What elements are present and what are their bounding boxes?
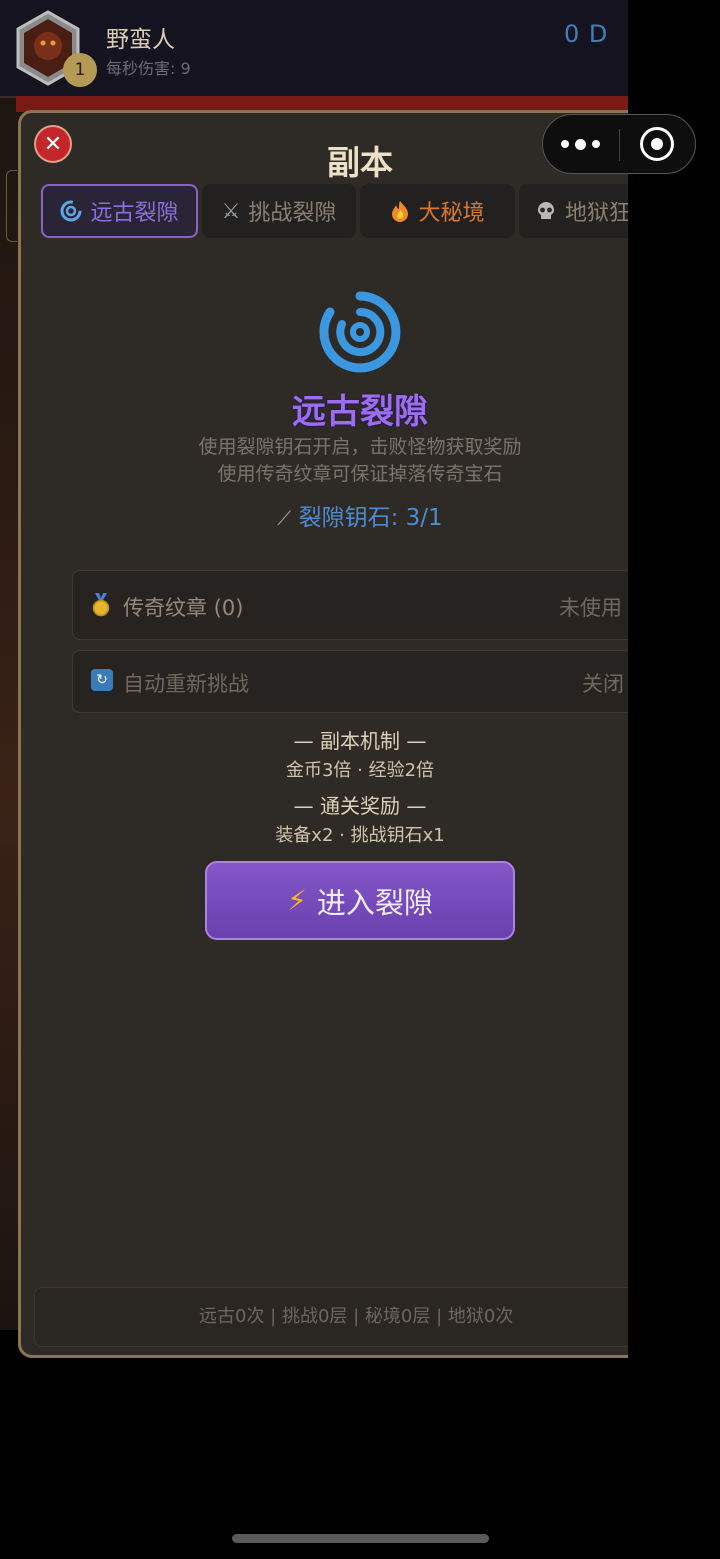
tab-ancient-rift[interactable]: 远古裂隙	[41, 184, 198, 238]
legend-seal-option[interactable]: 传奇纹章 (0) 未使用	[72, 570, 628, 640]
tab-greater-rift[interactable]: 大秘境	[360, 184, 515, 238]
auto-retry-option[interactable]: ↻ 自动重新挑战 关闭	[72, 650, 628, 713]
lightning-icon: ⚡	[287, 884, 307, 917]
tab-label: 地狱狂	[565, 201, 628, 226]
rewards-heading: — 通关奖励 —	[293, 794, 427, 818]
tab-hell-mode[interactable]: 地狱狂	[519, 184, 628, 238]
auto-retry-label: 自动重新挑战	[123, 672, 249, 696]
rift-key-label: 裂隙钥石: 3/1	[298, 505, 443, 531]
mechanics-text: 金币3倍 · 经验2倍	[285, 760, 435, 781]
tab-label: 挑战裂隙	[248, 201, 337, 226]
mechanics-heading: — 副本机制 —	[293, 729, 427, 753]
swirl-icon	[60, 200, 82, 222]
rift-swirl-icon	[319, 291, 401, 373]
mini-program-capsule	[542, 114, 696, 174]
fire-icon	[392, 201, 409, 222]
refresh-icon: ↻	[91, 669, 113, 691]
rift-description-2: 使用传奇纹章可保证掉落传奇宝石	[217, 463, 503, 485]
legend-seal-status: 未使用	[559, 596, 622, 620]
rift-key-count: ⟋ 裂隙钥石: 3/1	[0, 498, 628, 532]
skull-icon	[538, 202, 554, 219]
legend-seal-label: 传奇纹章 (0)	[123, 596, 244, 620]
rewards-text: 装备x2 · 挑战钥石x1	[275, 825, 445, 846]
crossed-swords-icon: ⚔	[221, 199, 241, 223]
capsule-divider	[619, 129, 620, 161]
key-stone-icon: ⟋	[277, 506, 292, 530]
tab-label: 大秘境	[418, 201, 485, 226]
medal-icon	[92, 593, 110, 617]
rift-title: 远古裂隙	[292, 392, 428, 432]
tab-challenge-rift[interactable]: ⚔ 挑战裂隙	[202, 184, 356, 238]
more-icon[interactable]	[561, 133, 601, 155]
auto-retry-status: 关闭	[582, 672, 624, 696]
exit-target-icon[interactable]	[640, 127, 674, 161]
home-indicator[interactable]	[232, 1534, 489, 1543]
enter-rift-button[interactable]: ⚡ 进入裂隙	[205, 861, 515, 940]
enter-rift-label: 进入裂隙	[316, 885, 433, 920]
tab-label: 远古裂隙	[90, 201, 179, 226]
rift-description-1: 使用裂隙钥石开启，击败怪物获取奖励	[198, 436, 522, 458]
